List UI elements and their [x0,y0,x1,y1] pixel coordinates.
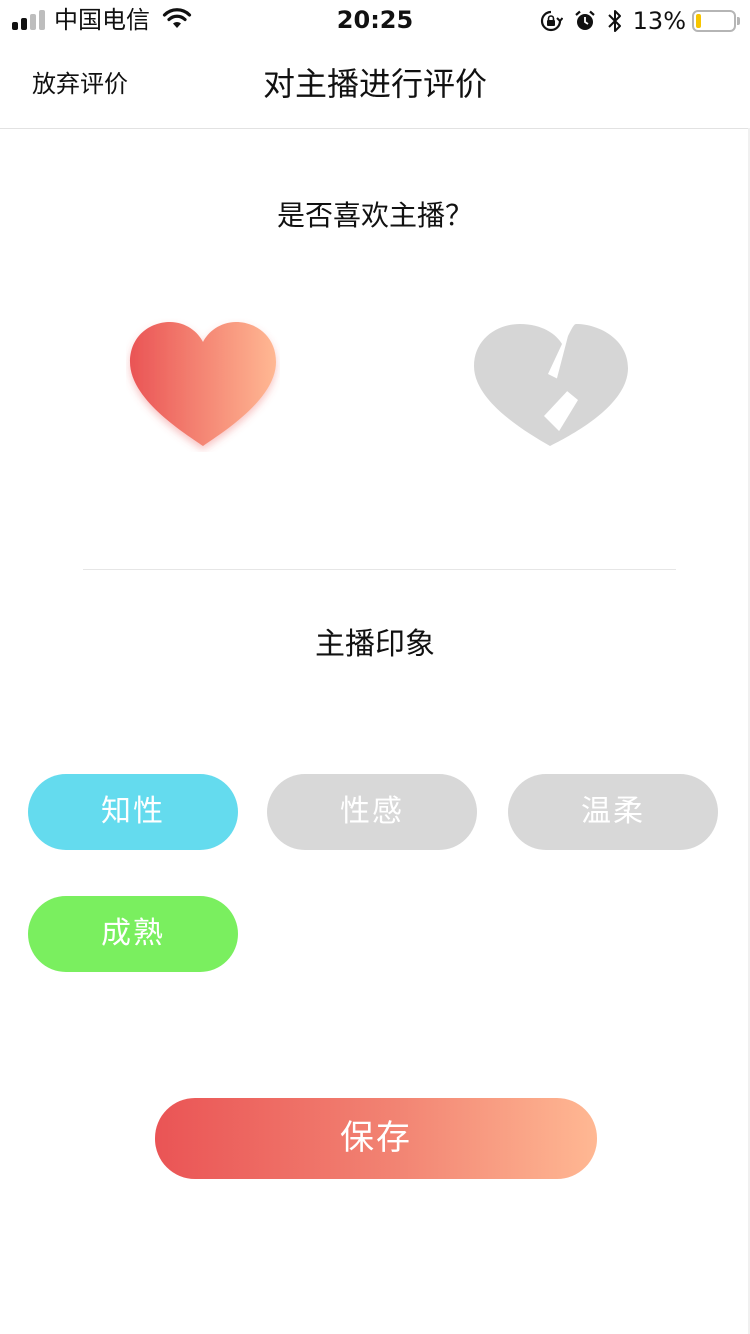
tag-mature[interactable]: 成熟 [28,896,238,972]
status-bar: 中国电信 20:25 13% [0,0,750,40]
bluetooth-icon [607,8,623,34]
orientation-lock-icon [539,9,563,33]
dislike-heart-button[interactable] [472,320,630,450]
like-heart-button[interactable] [126,318,280,452]
page-title: 对主播进行评价 [262,65,487,103]
section-divider [83,569,676,570]
battery-icon [692,10,740,32]
battery-percent: 13% [632,7,686,35]
tag-gentle[interactable]: 温柔 [508,774,718,850]
alarm-icon [573,9,597,33]
heart-icon [130,322,276,446]
tag-sexy[interactable]: 性感 [267,774,477,850]
battery-fill [696,14,701,28]
impression-title: 主播印象 [315,627,435,662]
save-button[interactable]: 保存 [155,1098,597,1179]
broken-heart-icon [474,324,628,446]
tag-intellectual[interactable]: 知性 [28,774,238,850]
navigation-bar: 放弃评价 对主播进行评价 [0,40,750,129]
like-question: 是否喜欢主播？ [276,199,473,232]
status-indicators: 13% [539,6,740,36]
